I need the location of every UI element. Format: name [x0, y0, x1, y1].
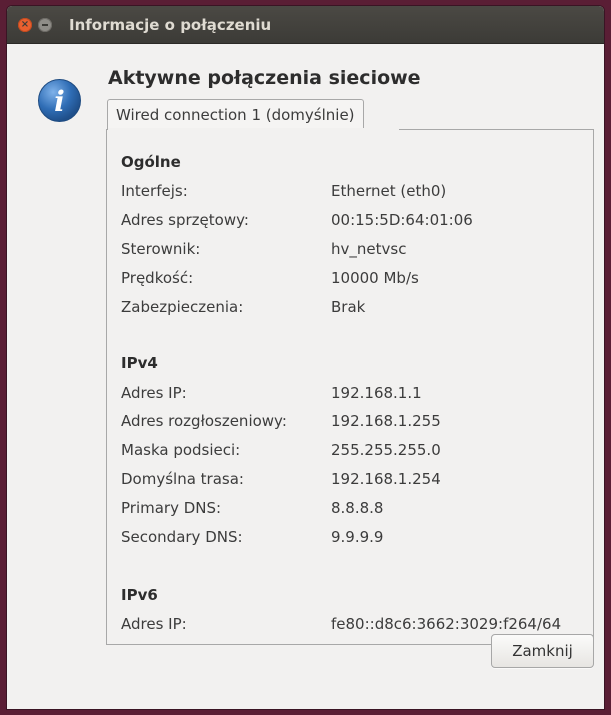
- value-ipv4-address: 192.168.1.1: [331, 384, 422, 402]
- label-ipv6-address: Adres IP:: [121, 615, 187, 633]
- label-primary-dns: Primary DNS:: [121, 499, 222, 517]
- tab-join: [108, 128, 399, 130]
- minimize-window-button[interactable]: [38, 18, 52, 32]
- value-interface: Ethernet (eth0): [331, 182, 447, 200]
- value-speed: 10000 Mb/s: [331, 269, 419, 287]
- value-driver: hv_netvsc: [331, 240, 407, 258]
- info-icon: i: [38, 79, 81, 122]
- label-subnet-mask: Maska podsieci:: [121, 441, 241, 459]
- tab-wired-connection-1[interactable]: Wired connection 1 (domyślnie): [107, 99, 364, 130]
- page-title: Aktywne połączenia sieciowe: [108, 67, 421, 89]
- svg-text:i: i: [54, 85, 65, 118]
- label-driver: Sterownik:: [121, 240, 201, 258]
- label-default-route: Domyślna trasa:: [121, 470, 244, 488]
- value-hardware-address: 00:15:5D:64:01:06: [331, 211, 473, 229]
- label-ipv4-address: Adres IP:: [121, 384, 187, 402]
- value-subnet-mask: 255.255.255.0: [331, 441, 441, 459]
- title-bar[interactable]: × Informacje o połączeniu: [7, 6, 604, 44]
- value-default-route: 192.168.1.254: [331, 470, 441, 488]
- label-speed: Prędkość:: [121, 269, 194, 287]
- value-broadcast-address: 192.168.1.255: [331, 412, 441, 430]
- section-general-title: Ogólne: [121, 153, 181, 171]
- section-ipv4-title: IPv4: [121, 354, 158, 372]
- label-broadcast-address: Adres rozgłoszeniowy:: [121, 412, 287, 430]
- close-button[interactable]: Zamknij: [491, 634, 594, 668]
- label-security: Zabezpieczenia:: [121, 298, 244, 316]
- label-interface: Interfejs:: [121, 182, 188, 200]
- value-security: Brak: [331, 298, 366, 316]
- section-ipv6-title: IPv6: [121, 586, 158, 604]
- value-primary-dns: 8.8.8.8: [331, 499, 384, 517]
- value-secondary-dns: 9.9.9.9: [331, 528, 384, 546]
- close-window-button[interactable]: ×: [18, 18, 32, 32]
- value-ipv6-address: fe80::d8c6:3662:3029:f264/64: [331, 615, 562, 633]
- window-title: Informacje o połączeniu: [69, 16, 272, 34]
- label-secondary-dns: Secondary DNS:: [121, 528, 243, 546]
- connection-info-window: × Informacje o połączeniu i Aktywne połą…: [7, 6, 604, 709]
- label-hardware-address: Adres sprzętowy:: [121, 211, 249, 229]
- connection-details-panel: Ogólne Interfejs: Ethernet (eth0) Adres …: [106, 129, 594, 645]
